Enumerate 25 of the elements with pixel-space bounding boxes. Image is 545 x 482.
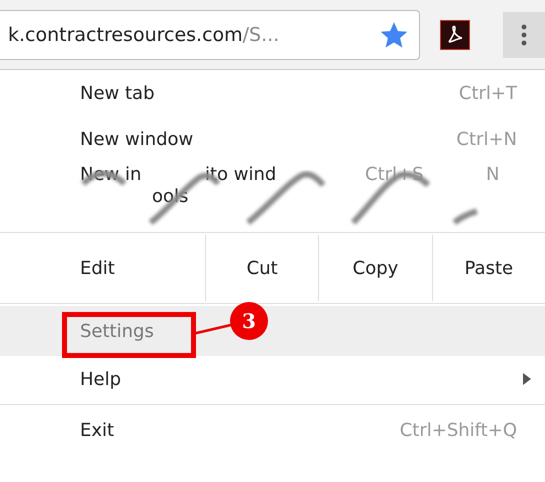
- shortcut-fragment: N: [486, 164, 500, 185]
- menu-item[interactable]: New tab Ctrl+T: [0, 70, 545, 116]
- menu-item-label: Exit: [80, 420, 114, 440]
- menu-item-label: New window: [80, 128, 194, 150]
- menu-item-fragment: ito wind: [205, 164, 276, 185]
- menu-item-label: New tab: [80, 82, 154, 104]
- url-host: k.contractresources.com: [8, 24, 243, 46]
- menu-item-label: Edit: [79, 256, 116, 280]
- submenu-arrow-icon: [523, 373, 531, 385]
- menu-item-label: Settings: [80, 320, 154, 342]
- menu-item-fragment: New in: [80, 164, 142, 185]
- menu-item-label: Help: [80, 368, 122, 390]
- menu-item[interactable]: Exit Ctrl+Shift+Q: [0, 407, 545, 453]
- menu-item[interactable]: Help: [0, 356, 545, 402]
- pdf-extension-icon[interactable]: [440, 20, 470, 50]
- shortcut-text: Ctrl+Shift+Q: [400, 420, 517, 440]
- shortcut-text: Ctrl+T: [458, 82, 517, 104]
- menu-item[interactable]: New window Ctrl+N: [0, 116, 545, 162]
- address-field[interactable]: k.contractresources.com/S...: [0, 10, 420, 60]
- star-icon[interactable]: [381, 22, 407, 48]
- menu-button[interactable]: [503, 12, 545, 58]
- menu-item-fragment: ools: [152, 186, 188, 207]
- kebab-menu-icon: [521, 22, 527, 46]
- url-path: /S...: [242, 24, 280, 46]
- shortcut-text: Ctrl+N: [456, 128, 517, 150]
